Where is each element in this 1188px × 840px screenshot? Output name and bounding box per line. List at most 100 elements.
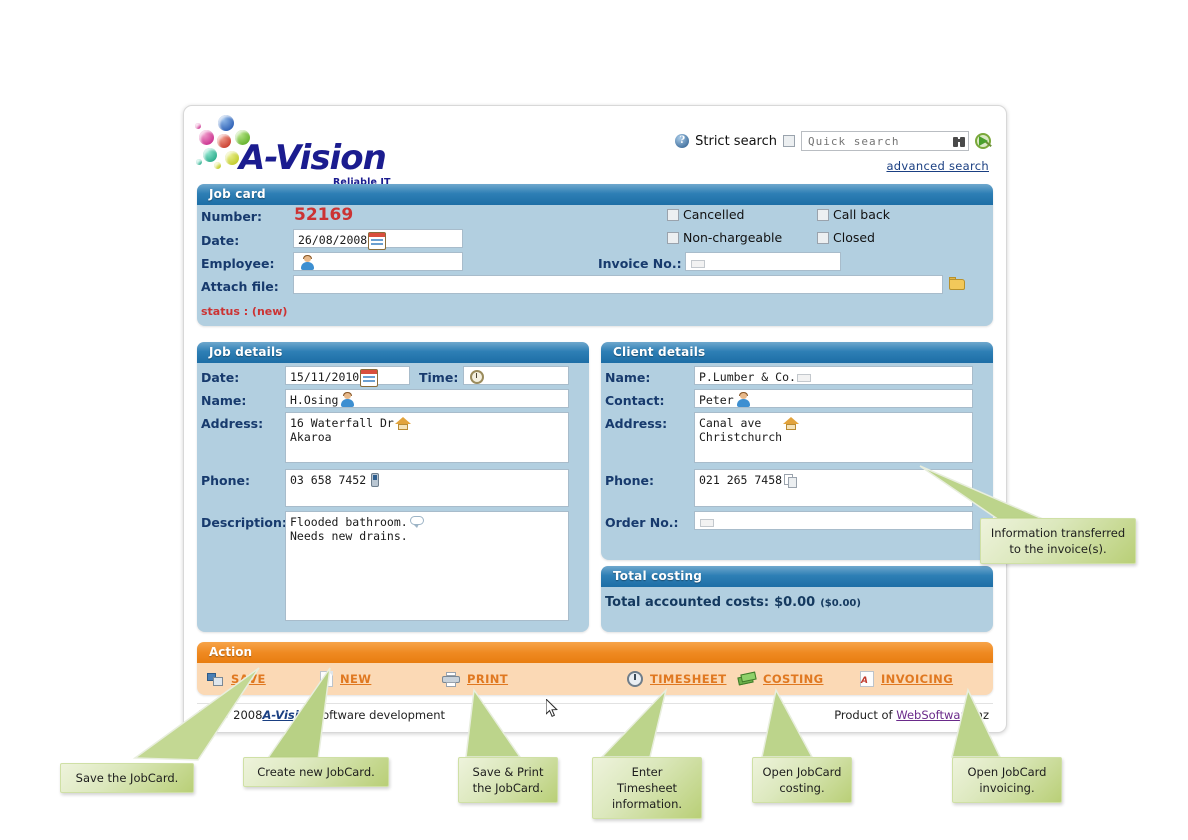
copy-icon[interactable] bbox=[783, 472, 799, 488]
search-row: ? Strict search bbox=[675, 131, 995, 151]
closed-checkbox[interactable] bbox=[817, 231, 829, 244]
footer-product-pre: Product of bbox=[834, 708, 897, 722]
action-costing-label: COSTING bbox=[763, 672, 824, 686]
callout-invoicing-text: Open JobCard invoicing. bbox=[952, 757, 1062, 803]
cd-contact-field[interactable]: Peter bbox=[694, 389, 973, 408]
callout-invoicing: Open JobCard invoicing. bbox=[952, 757, 1062, 803]
jobcard-date-field[interactable]: 26/08/2008 bbox=[293, 229, 463, 250]
job-details-panel-title: Job details bbox=[197, 342, 589, 363]
jd-address-label: Address: bbox=[201, 416, 264, 431]
dropdown-icon[interactable] bbox=[796, 370, 812, 386]
money-icon bbox=[737, 671, 757, 686]
action-print[interactable]: PRINT bbox=[442, 671, 627, 687]
action-row: SAVE NEW PRINT TIMESHEET COSTING A INVOI… bbox=[197, 663, 993, 695]
attach-file-field[interactable] bbox=[293, 275, 943, 294]
checkbox-closed[interactable]: Closed bbox=[817, 230, 875, 245]
footer-copyright-pre: © 2008 bbox=[218, 708, 263, 722]
logo-dot-small-magenta bbox=[195, 123, 201, 129]
jd-time-label: Time: bbox=[419, 370, 459, 385]
help-icon[interactable]: ? bbox=[675, 134, 690, 148]
date-label: Date: bbox=[201, 233, 240, 248]
non-chargeable-checkbox[interactable] bbox=[667, 231, 679, 244]
cd-address-field[interactable]: Canal ave Christchurch bbox=[694, 412, 973, 463]
status-badge: status : (new) bbox=[201, 305, 288, 318]
total-costing-secondary: ($0.00) bbox=[820, 598, 861, 609]
action-save[interactable]: SAVE bbox=[207, 672, 320, 687]
jd-date-value: 15/11/2010 bbox=[290, 370, 360, 384]
jobcard-date-value: 26/08/2008 bbox=[298, 233, 368, 247]
action-new[interactable]: NEW bbox=[320, 671, 442, 687]
action-invoicing-label: INVOICING bbox=[881, 672, 954, 686]
total-costing-line: Total accounted costs: $0.00 ($0.00) bbox=[605, 595, 861, 610]
jd-address-field[interactable]: 16 Waterfall Dr Akaroa bbox=[285, 412, 569, 463]
call-back-checkbox[interactable] bbox=[817, 208, 829, 221]
callout-timesheet: Enter Timesheet information. bbox=[592, 757, 702, 819]
action-print-label: PRINT bbox=[467, 672, 509, 686]
advanced-search-link[interactable]: advanced search bbox=[886, 159, 989, 173]
calendar-icon[interactable] bbox=[368, 232, 387, 250]
home-icon[interactable] bbox=[783, 415, 800, 431]
action-invoicing[interactable]: A INVOICING bbox=[860, 671, 953, 687]
jd-name-field[interactable]: H.Osing bbox=[285, 389, 569, 408]
cd-phone-field[interactable]: 021 265 7458 bbox=[694, 469, 973, 507]
jd-phone-field[interactable]: 03 658 7452 bbox=[285, 469, 569, 507]
comment-icon[interactable] bbox=[409, 514, 425, 530]
call-back-label: Call back bbox=[833, 207, 891, 222]
invoice-no-label: Invoice No.: bbox=[598, 256, 682, 271]
dropdown-icon[interactable] bbox=[690, 256, 706, 272]
pencil-icon bbox=[196, 709, 212, 722]
employee-field[interactable] bbox=[293, 252, 463, 271]
user-icon[interactable] bbox=[339, 392, 355, 408]
cd-phone-label: Phone: bbox=[605, 473, 655, 488]
action-new-label: NEW bbox=[340, 672, 372, 686]
action-costing[interactable]: COSTING bbox=[737, 671, 860, 686]
action-timesheet-label: TIMESHEET bbox=[650, 672, 727, 686]
cd-name-field[interactable]: P.Lumber & Co. bbox=[694, 366, 973, 385]
user-icon[interactable] bbox=[299, 255, 315, 271]
application-window: A-Vision Reliable IT solutions ? Strict … bbox=[183, 105, 1007, 733]
quick-search-box[interactable] bbox=[801, 131, 969, 151]
strict-search-checkbox[interactable] bbox=[783, 135, 795, 147]
calendar-icon[interactable] bbox=[360, 369, 379, 387]
total-costing-amount: $0.00 bbox=[774, 595, 816, 610]
cd-phone-value: 021 265 7458 bbox=[699, 473, 783, 487]
invoice-no-field[interactable] bbox=[685, 252, 841, 271]
dropdown-icon[interactable] bbox=[699, 515, 715, 531]
binoculars-icon[interactable] bbox=[952, 135, 967, 148]
action-panel: Action SAVE NEW PRINT TIMESHEET COSTING bbox=[197, 642, 993, 695]
action-panel-title: Action bbox=[197, 642, 993, 663]
cancelled-checkbox[interactable] bbox=[667, 208, 679, 221]
cancelled-label: Cancelled bbox=[683, 207, 745, 222]
callout-invoice-info-text: Information transferred to the invoice(s… bbox=[980, 518, 1136, 564]
jd-description-field[interactable]: Flooded bathroom. Needs new drains. bbox=[285, 511, 569, 621]
total-costing-panel: Total costing Total accounted costs: $0.… bbox=[601, 566, 993, 632]
checkbox-call-back[interactable]: Call back bbox=[817, 207, 890, 222]
search-input[interactable] bbox=[806, 132, 950, 150]
search-bar: ? Strict search advanced search bbox=[650, 131, 995, 181]
jd-phone-label: Phone: bbox=[201, 473, 251, 488]
footer-websoftware-link[interactable]: WebSoftware. bbox=[896, 708, 975, 722]
logo: A-Vision Reliable IT solutions bbox=[195, 115, 435, 199]
checkbox-non-chargeable[interactable]: Non-chargeable bbox=[667, 230, 782, 245]
clock-icon[interactable] bbox=[469, 369, 485, 385]
printer-icon bbox=[442, 671, 460, 687]
job-number-value: 52169 bbox=[294, 205, 354, 225]
cd-order-field[interactable] bbox=[694, 511, 973, 530]
user-icon[interactable] bbox=[735, 392, 751, 408]
footer-product: Product of WebSoftware.nz bbox=[834, 708, 989, 722]
jd-date-field[interactable]: 15/11/2010 bbox=[285, 366, 410, 387]
folder-browse-icon[interactable] bbox=[949, 276, 966, 292]
footer-avision-link[interactable]: A-Vision bbox=[262, 708, 314, 722]
callout-new: Create new JobCard. bbox=[243, 757, 389, 787]
home-icon[interactable] bbox=[394, 415, 411, 431]
jd-time-field[interactable] bbox=[463, 366, 569, 385]
mobile-phone-icon[interactable] bbox=[367, 472, 383, 488]
callout-costing: Open JobCard costing. bbox=[752, 757, 852, 803]
search-go-icon[interactable] bbox=[975, 132, 995, 150]
callout-print: Save & Print the JobCard. bbox=[458, 757, 558, 803]
checkbox-cancelled[interactable]: Cancelled bbox=[667, 207, 744, 222]
logo-dot-red bbox=[217, 134, 231, 148]
action-timesheet[interactable]: TIMESHEET bbox=[627, 671, 738, 687]
job-details-panel: Job details Date: 15/11/2010 Time: Name:… bbox=[197, 342, 589, 632]
client-details-panel: Client details Name: P.Lumber & Co. Cont… bbox=[601, 342, 993, 560]
